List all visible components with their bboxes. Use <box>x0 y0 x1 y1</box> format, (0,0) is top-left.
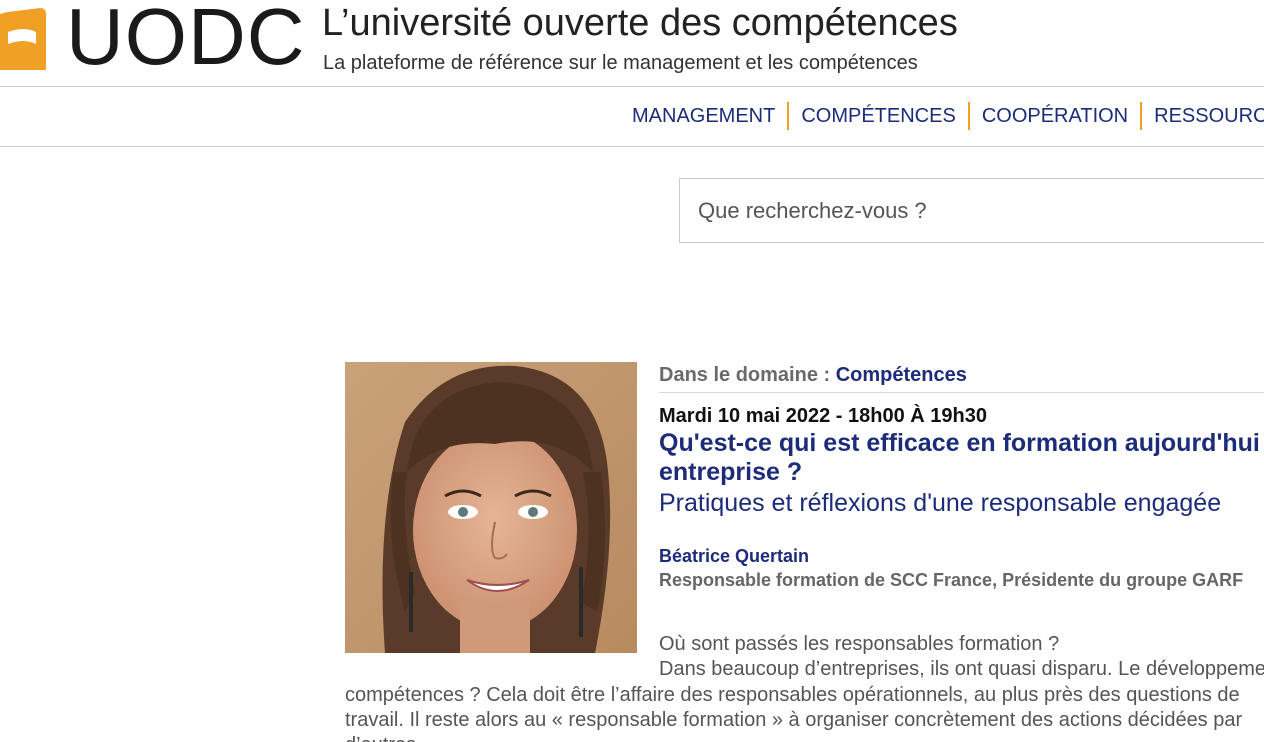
nav-separator <box>787 102 790 130</box>
uodc-logo-icon[interactable] <box>0 4 56 72</box>
domain-label: Dans le domaine : <box>659 364 831 386</box>
speaker-name: Béatrice Quertain <box>659 546 810 566</box>
body-paragraph-line: travail. Il reste alors au « responsable… <box>345 709 1243 731</box>
site-title: L’université ouverte des compétences <box>322 2 958 44</box>
nav-divider <box>0 146 1264 147</box>
nav-item-cooperation[interactable]: COOPÉRATION <box>982 100 1128 132</box>
nav-item-management[interactable]: MANAGEMENT <box>632 100 775 132</box>
event-date: Mardi 10 mai 2022 - 18h00 À 19h30 <box>659 405 987 427</box>
event-title-link[interactable]: Qu'est-ce qui est efficace en formation … <box>659 429 1264 487</box>
nav-separator <box>1140 102 1143 130</box>
header-divider <box>0 86 1264 87</box>
event-title-line: Qu'est-ce qui est efficace en formation … <box>659 429 1264 457</box>
search-input[interactable] <box>680 179 1264 242</box>
search-box <box>679 178 1264 243</box>
domain-link[interactable]: Compétences <box>836 364 967 386</box>
event-title-line: entreprise ? <box>659 458 803 486</box>
event-subtitle: Pratiques et réflexions d'une responsabl… <box>659 489 1222 517</box>
body-paragraph-line: d’autres. <box>345 732 422 742</box>
speaker-photo <box>345 362 637 653</box>
logo-wordmark[interactable]: UODC <box>66 0 306 80</box>
event-domain: Dans le domaine : Compétences <box>659 362 967 388</box>
main-nav: MANAGEMENT COMPÉTENCES COOPÉRATION RESSO… <box>632 100 1264 132</box>
site-tagline: La plateforme de référence sur le manage… <box>323 52 918 74</box>
nav-item-ressources[interactable]: RESSOURCES <box>1154 100 1264 132</box>
nav-separator <box>967 102 970 130</box>
page: UODC L’université ouverte des compétence… <box>0 0 1264 742</box>
body-paragraph-line: compétences ? Cela doit être l’affaire d… <box>345 684 1240 706</box>
body-paragraph-line: Dans beaucoup d’entreprises, ils ont qua… <box>659 658 1264 680</box>
body-paragraph-line: Où sont passés les responsables formatio… <box>659 633 1060 655</box>
speaker-role: Responsable formation de SCC France, Pré… <box>659 570 1244 590</box>
domain-divider <box>659 392 1264 393</box>
nav-item-competences[interactable]: COMPÉTENCES <box>801 100 955 132</box>
